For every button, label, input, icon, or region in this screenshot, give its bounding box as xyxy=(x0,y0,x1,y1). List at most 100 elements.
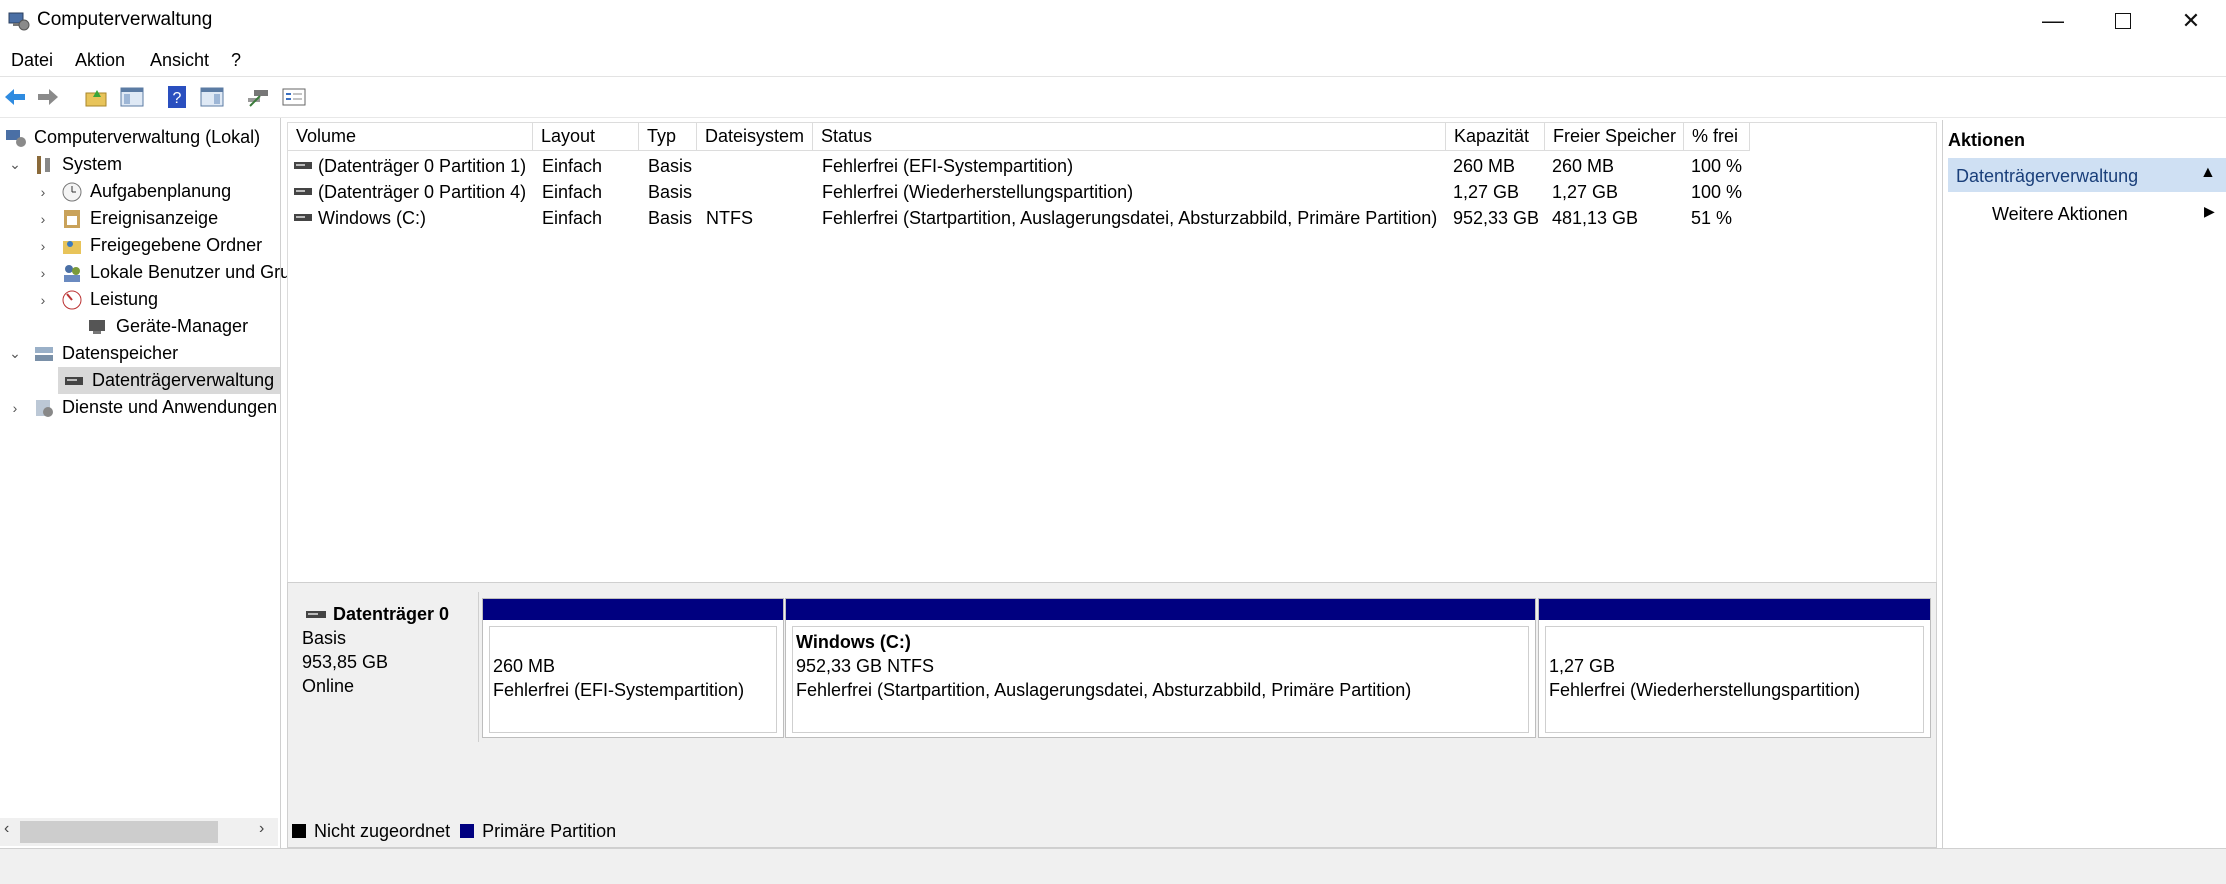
legend-swatch-primary xyxy=(460,824,475,838)
tree-horizontal-scrollbar[interactable]: ‹ › xyxy=(0,818,278,846)
chevron-right-icon[interactable]: › xyxy=(36,211,50,227)
menu-ansicht[interactable]: Ansicht xyxy=(150,50,209,71)
partition-recovery[interactable]: 1,27 GB Fehlerfrei (Wiederherstellungspa… xyxy=(1538,598,1931,738)
services-icon xyxy=(32,397,56,419)
toolbar: ? xyxy=(0,76,2226,118)
actions-section-datentraegerverwaltung[interactable]: Datenträgerverwaltung ▲ xyxy=(1948,158,2226,192)
forward-button[interactable] xyxy=(35,84,61,110)
menu-help[interactable]: ? xyxy=(231,50,241,71)
partition-bar xyxy=(483,599,783,620)
tree-node-system[interactable]: ⌄ System xyxy=(8,151,122,178)
cell-typ: Basis xyxy=(648,155,693,176)
column-header-volume[interactable]: Volume xyxy=(288,123,533,151)
properties-button[interactable] xyxy=(281,84,307,110)
tree-label-aufgabenplanung: Aufgabenplanung xyxy=(90,181,232,201)
up-folder-button[interactable] xyxy=(83,84,109,110)
cell-volume: Windows (C:) xyxy=(318,207,427,228)
tree-node-datentraegerverwaltung[interactable]: Datenträgerverwaltung xyxy=(58,367,281,394)
cell-freier-speicher: 481,13 GB xyxy=(1552,207,1639,228)
partition-efi[interactable]: 260 MB Fehlerfrei (EFI-Systempartition) xyxy=(482,598,784,738)
partition-title: Windows (C:) xyxy=(796,632,911,652)
disk-info-panel[interactable]: Datenträger 0 Basis 953,85 GB Online xyxy=(290,592,479,742)
scroll-right-icon[interactable]: › xyxy=(259,820,264,838)
column-header-typ[interactable]: Typ xyxy=(639,123,697,151)
disk-size: 953,85 GB xyxy=(302,652,389,672)
cell-status: Fehlerfrei (Startpartition, Auslagerungs… xyxy=(822,207,1438,228)
cell-freier-speicher: 1,27 GB xyxy=(1552,181,1619,202)
partition-bar xyxy=(1539,599,1930,620)
chevron-right-icon[interactable]: › xyxy=(36,184,50,200)
svg-text:?: ? xyxy=(173,90,182,107)
legend-label-unallocated: Nicht zugeordnet xyxy=(314,820,451,841)
tree-label-geraete-manager: Geräte-Manager xyxy=(116,316,249,336)
help-icon: ? xyxy=(168,86,186,108)
tree-label-datentraegerverwaltung: Datenträgerverwaltung xyxy=(92,370,275,390)
partition-size: 952,33 GB NTFS xyxy=(796,656,935,676)
minimize-button[interactable]: — xyxy=(2018,0,2088,42)
show-hide-action-pane-button[interactable] xyxy=(199,84,225,110)
column-header-prozent-frei[interactable]: % frei xyxy=(1684,123,1750,151)
cell-status: Fehlerfrei (Wiederherstellungspartition) xyxy=(822,181,1134,202)
actions-more-item[interactable]: Weitere Aktionen ▶ xyxy=(1948,196,2226,230)
table-row[interactable]: (Datenträger 0 Partition 1) Einfach Basi… xyxy=(288,153,1928,179)
maximize-button[interactable] xyxy=(2088,0,2158,42)
cell-kapazitaet: 1,27 GB xyxy=(1453,181,1520,202)
performance-icon xyxy=(60,289,84,311)
partition-status: Fehlerfrei (Startpartition, Auslagerungs… xyxy=(796,680,1412,700)
tree-node-root[interactable]: Computerverwaltung (Lokal) xyxy=(4,124,260,151)
tree-node-lokale-benutzer[interactable]: › Lokale Benutzer und Gru xyxy=(36,259,290,286)
column-header-kapazitaet[interactable]: Kapazität xyxy=(1446,123,1545,151)
chevron-down-icon[interactable]: ⌄ xyxy=(8,156,22,173)
cell-typ: Basis xyxy=(648,181,693,202)
tree-label-freigegebene-ordner: Freigegebene Ordner xyxy=(90,235,263,255)
cell-layout: Einfach xyxy=(542,181,603,202)
column-header-layout[interactable]: Layout xyxy=(533,123,639,151)
scrollbar-thumb[interactable] xyxy=(20,821,218,843)
tree-node-geraete-manager[interactable]: Geräte-Manager xyxy=(64,313,248,340)
column-header-status[interactable]: Status xyxy=(813,123,1446,151)
tree-node-aufgabenplanung[interactable]: › Aufgabenplanung xyxy=(36,178,231,205)
minimize-icon: — xyxy=(2042,8,2064,33)
chevron-down-icon[interactable]: ⌄ xyxy=(8,345,22,362)
tree-node-ereignisanzeige[interactable]: › Ereignisanzeige xyxy=(36,205,218,232)
partition-size: 1,27 GB xyxy=(1549,656,1616,676)
partition-windows-c[interactable]: Windows (C:) 952,33 GB NTFS Fehlerfrei (… xyxy=(785,598,1536,738)
chevron-right-icon[interactable]: › xyxy=(8,400,22,416)
tree-node-datenspeicher[interactable]: ⌄ Datenspeicher xyxy=(8,340,178,367)
chevron-right-icon[interactable]: › xyxy=(36,292,50,308)
partition-size: 260 MB xyxy=(493,656,556,676)
tree-node-dienste[interactable]: › Dienste und Anwendungen xyxy=(8,394,278,421)
legend-label-primary: Primäre Partition xyxy=(482,820,617,841)
volume-list: Volume Layout Typ Dateisystem Status Kap… xyxy=(287,122,1937,584)
table-row[interactable]: Windows (C:) Einfach Basis NTFS Fehlerfr… xyxy=(288,205,1928,231)
table-row[interactable]: (Datenträger 0 Partition 4) Einfach Basi… xyxy=(288,179,1928,205)
cell-kapazitaet: 260 MB xyxy=(1453,155,1516,176)
cell-layout: Einfach xyxy=(542,207,603,228)
tree-label-datenspeicher: Datenspeicher xyxy=(62,343,179,363)
menu-aktion[interactable]: Aktion xyxy=(75,50,125,71)
help-button[interactable]: ? xyxy=(164,84,190,110)
cell-volume: (Datenträger 0 Partition 4) xyxy=(318,181,527,202)
show-hide-console-tree-button[interactable] xyxy=(119,84,145,110)
collapse-up-icon[interactable]: ▲ xyxy=(2200,164,2216,182)
storage-icon xyxy=(32,343,56,365)
connect-button[interactable] xyxy=(245,84,271,110)
tree-node-freigegebene-ordner[interactable]: › Freigegebene Ordner xyxy=(36,232,262,259)
legend: Nicht zugeordnet Primäre Partition xyxy=(292,818,616,844)
disk-management-icon xyxy=(62,370,86,392)
maximize-icon xyxy=(2115,13,2131,29)
chevron-right-icon[interactable]: › xyxy=(36,265,50,281)
forward-arrow-icon xyxy=(38,89,58,105)
cell-typ: Basis xyxy=(648,207,693,228)
scroll-left-icon[interactable]: ‹ xyxy=(4,820,9,838)
chevron-right-icon[interactable]: › xyxy=(36,238,50,254)
event-viewer-icon xyxy=(60,208,84,230)
task-scheduler-icon xyxy=(60,181,84,203)
column-header-dateisystem[interactable]: Dateisystem xyxy=(697,123,813,151)
back-button[interactable] xyxy=(2,84,28,110)
close-button[interactable]: ✕ xyxy=(2156,0,2226,42)
menu-datei[interactable]: Datei xyxy=(11,50,53,71)
column-header-freier-speicher[interactable]: Freier Speicher xyxy=(1545,123,1684,151)
actions-more-label: Weitere Aktionen xyxy=(1992,204,2128,224)
tree-node-leistung[interactable]: › Leistung xyxy=(36,286,158,313)
